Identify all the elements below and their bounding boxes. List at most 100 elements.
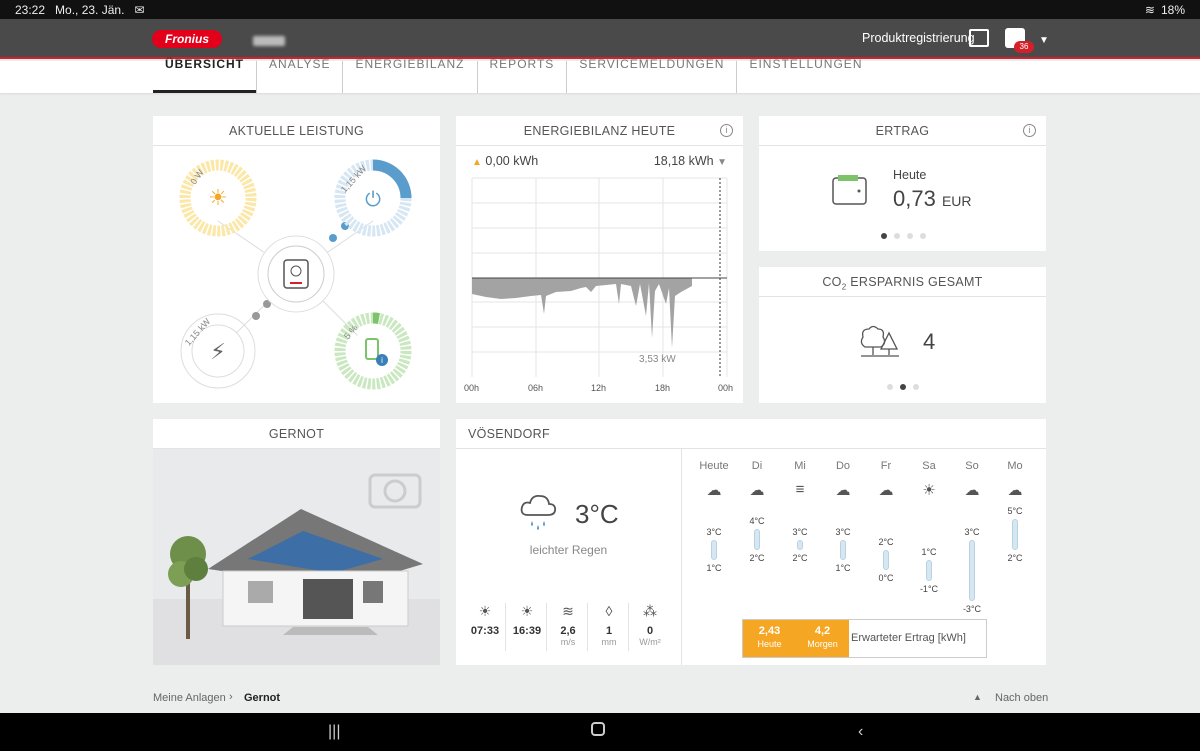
cloudy-icon: ☁ bbox=[835, 482, 851, 499]
forecast-min-temp: 2°C bbox=[749, 552, 765, 563]
svg-text:☀: ☀ bbox=[208, 185, 228, 210]
forecast-temp-bar bbox=[840, 539, 846, 560]
yield-card: ERTRAG i Heute 0,73 EUR bbox=[759, 116, 1046, 251]
wallet-icon bbox=[832, 175, 867, 205]
pager-dot[interactable] bbox=[920, 233, 926, 239]
forecast-min-temp: -3°C bbox=[962, 604, 982, 614]
consumption-area bbox=[472, 278, 692, 348]
light-rain-icon bbox=[520, 494, 557, 530]
info-icon[interactable]: i bbox=[720, 124, 733, 137]
grid-ring[interactable]: ⚡ bbox=[180, 313, 256, 389]
expected-yield-tomorrow[interactable]: 4,2 Morgen bbox=[796, 620, 849, 657]
fog-icon: ≡ bbox=[795, 481, 805, 498]
breadcrumb-root[interactable]: Meine Anlagen bbox=[153, 692, 226, 704]
notification-badge: 36 bbox=[1014, 41, 1034, 53]
forecast-temp-bar bbox=[1012, 519, 1018, 550]
co2-card: CO2 ERSPARNIS GESAMT 4 bbox=[759, 267, 1046, 403]
energy-balance-card: ENERGIEBILANZ HEUTE i ▲ 0,00 kWh 18,18 k… bbox=[456, 116, 743, 403]
tab-4[interactable]: SERVICEMELDUNGEN bbox=[567, 58, 738, 93]
sunset-icon: ☀ bbox=[520, 603, 534, 619]
pager-dot[interactable] bbox=[887, 384, 893, 390]
stat-unit: W/m² bbox=[639, 637, 661, 647]
rain-icon: ◊ bbox=[605, 603, 613, 619]
tab-5[interactable]: EINSTELLUNGEN bbox=[737, 58, 874, 93]
inverter-node[interactable] bbox=[257, 235, 335, 313]
stat-unit: mm bbox=[601, 637, 617, 647]
current-condition: leichter Regen bbox=[529, 543, 608, 557]
yield-value: 0,73 bbox=[893, 186, 936, 211]
app-header: Fronius Produktregistrierung 36 ▼ bbox=[0, 19, 1200, 59]
divider bbox=[628, 603, 629, 651]
forecast-max-temp: 4°C bbox=[749, 516, 765, 527]
tab-3[interactable]: REPORTS bbox=[478, 58, 568, 93]
forecast-max-temp: 1°C bbox=[921, 547, 937, 557]
pager-dot[interactable] bbox=[900, 384, 906, 390]
back-to-top-link[interactable]: Nach oben bbox=[995, 692, 1048, 704]
triangle-up-icon[interactable]: ▲ bbox=[973, 692, 982, 702]
energy-balance-chart[interactable] bbox=[456, 166, 743, 381]
pager-dot[interactable] bbox=[913, 384, 919, 390]
info-icon[interactable]: i bbox=[1023, 124, 1036, 137]
chevron-right-icon: › bbox=[229, 691, 233, 703]
back-icon[interactable]: ‹ bbox=[858, 723, 863, 741]
forecast-min-temp: 0°C bbox=[878, 573, 894, 584]
expected-yield-label: Erwarteter Ertrag [kWh] bbox=[851, 632, 966, 644]
chevron-down-icon[interactable]: ▼ bbox=[1039, 35, 1049, 46]
product-registration-link[interactable]: Produktregistrierung bbox=[862, 31, 975, 45]
weather-stat: ◊ 1 mm bbox=[589, 603, 629, 647]
forecast-temp-bar bbox=[969, 539, 975, 601]
pager-dot[interactable] bbox=[894, 233, 900, 239]
fronius-logo[interactable]: Fronius bbox=[152, 30, 222, 48]
forecast-max-temp: 2°C bbox=[878, 536, 894, 547]
yield-pager[interactable] bbox=[881, 233, 926, 239]
house-image[interactable] bbox=[153, 449, 440, 665]
svg-text:i: i bbox=[381, 356, 383, 365]
divider bbox=[587, 603, 588, 651]
stat-value: 2,6 bbox=[560, 625, 576, 637]
expected-yield-today[interactable]: 2,43 Heute bbox=[743, 620, 796, 657]
forecast-temp-bar bbox=[711, 539, 717, 560]
system-title: GERNOT bbox=[153, 419, 440, 449]
forecast-day-label: So bbox=[965, 460, 979, 472]
irradiance-icon: ⁂ bbox=[643, 603, 657, 619]
cloudy-icon: ☁ bbox=[706, 482, 722, 499]
forecast-max-temp: 3°C bbox=[792, 526, 808, 537]
tab-1[interactable]: ANALYSE bbox=[257, 58, 344, 93]
forecast-day-label: Mo bbox=[1007, 460, 1023, 472]
status-bar: 23:22 Mo., 23. Jän. ✉ ≋ 18% bbox=[0, 0, 1200, 19]
pager-dot[interactable] bbox=[881, 233, 887, 239]
svg-text:⏻: ⏻ bbox=[365, 189, 381, 211]
forecast-max-temp: 3°C bbox=[964, 526, 980, 537]
system-card: GERNOT bbox=[153, 419, 440, 665]
forecast-temp-bar bbox=[883, 549, 889, 571]
pager-dot[interactable] bbox=[907, 233, 913, 239]
co2-title-suffix: ERSPARNIS GESAMT bbox=[846, 275, 983, 289]
wind-icon: ≋ bbox=[562, 603, 574, 619]
forecast-max-temp: 3°C bbox=[706, 526, 722, 537]
mail-icon: ✉ bbox=[134, 2, 145, 17]
forecast-day-label: Sa bbox=[922, 460, 936, 472]
recent-apps-icon[interactable]: ||| bbox=[328, 723, 340, 741]
weather-title: VÖSENDORF bbox=[456, 419, 1046, 449]
weather-stat: ☀ 07:33 bbox=[465, 603, 505, 637]
forecast-min-temp: 1°C bbox=[835, 563, 851, 573]
breadcrumb-current: Gernot bbox=[244, 692, 281, 704]
co2-title-prefix: CO bbox=[822, 275, 842, 289]
x-tick-label: 00h bbox=[718, 383, 734, 393]
registration-icon[interactable] bbox=[969, 29, 989, 47]
tab-2[interactable]: ENERGIEBILANZ bbox=[343, 58, 478, 93]
x-tick-label: 06h bbox=[528, 383, 544, 393]
x-tick-label: 18h bbox=[655, 383, 671, 393]
current-power-card: AKTUELLE LEISTUNG ☀ ⏻ ⚡ i 0 W 1,15 kW 1,… bbox=[153, 116, 440, 403]
home-icon[interactable] bbox=[591, 722, 605, 736]
forecast-min-temp: 2°C bbox=[792, 552, 808, 563]
snow-icon: ☁ bbox=[878, 482, 894, 499]
tab-0[interactable]: ÜBERSICHT bbox=[153, 58, 258, 93]
co2-pager[interactable] bbox=[887, 384, 919, 390]
yield-period-label: Heute bbox=[893, 168, 927, 182]
forecast-day-label: Mi bbox=[794, 460, 806, 472]
x-tick-label: 00h bbox=[464, 383, 480, 393]
cloudy-icon: ☁ bbox=[1007, 482, 1023, 499]
peak-label: 3,53 kW bbox=[639, 354, 676, 365]
plant-name-blurred bbox=[253, 36, 285, 46]
